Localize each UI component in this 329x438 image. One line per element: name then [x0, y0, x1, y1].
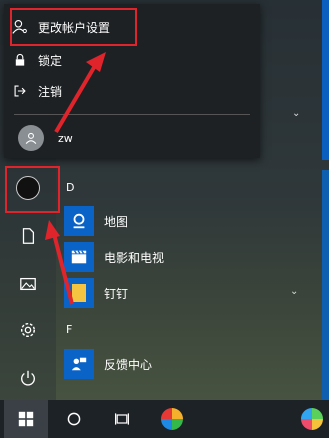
task-view-icon	[115, 413, 129, 425]
taskbar	[0, 400, 329, 438]
app-pinwheel-2-icon	[301, 408, 323, 430]
arrowhead-upper	[86, 52, 106, 72]
taskbar-app-2[interactable]	[290, 400, 329, 438]
arrow-line-upper	[54, 62, 98, 134]
windows-start-icon	[18, 411, 34, 427]
search-button[interactable]	[52, 400, 96, 438]
search-circle-icon	[67, 412, 81, 426]
arrowhead-lower	[45, 220, 60, 240]
arrow-line-lower	[52, 233, 74, 305]
task-view-button[interactable]	[100, 400, 144, 438]
taskbar-app-1[interactable]	[150, 400, 194, 438]
annotation-arrows	[45, 52, 106, 305]
app-pinwheel-icon	[161, 408, 183, 430]
start-button[interactable]	[4, 400, 48, 438]
